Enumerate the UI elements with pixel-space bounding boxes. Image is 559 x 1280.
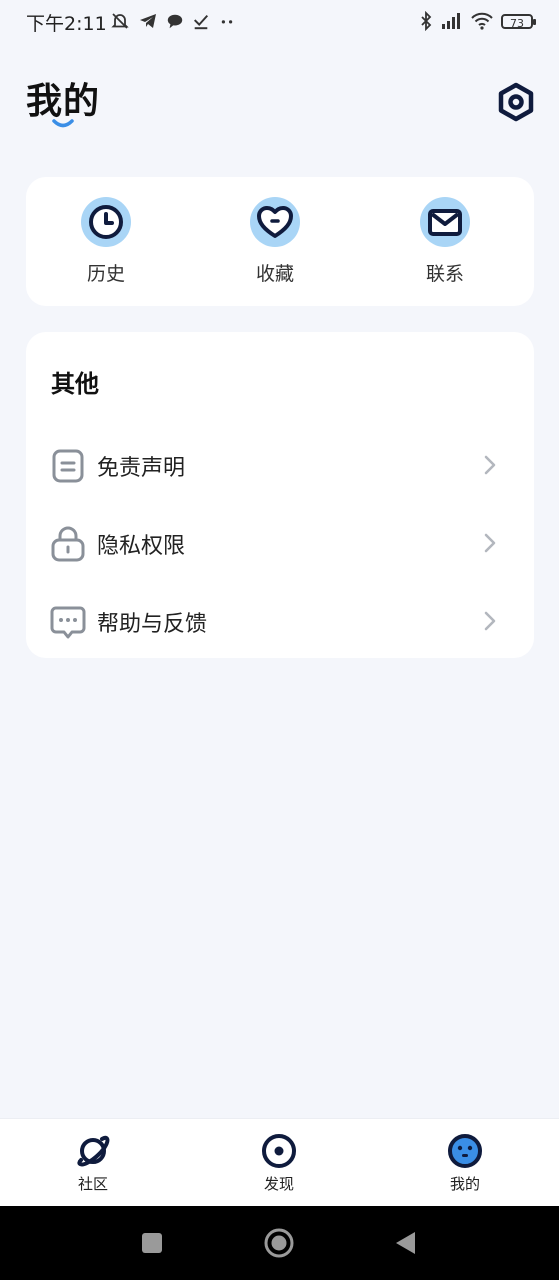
system-icons: 73: [419, 9, 536, 33]
checkmark-icon: [193, 14, 209, 30]
menu-item-label: 帮助与反馈: [97, 612, 208, 637]
bottom-navigation: 社区 发现 我的: [0, 1118, 559, 1207]
chevron-right-icon: [484, 455, 496, 475]
settings-hexagon-icon[interactable]: [496, 82, 536, 122]
mail-icon: [420, 197, 470, 247]
system-navigation-bar: [0, 1206, 559, 1280]
notification-icons: [110, 9, 236, 33]
quick-action-history[interactable]: 历史: [46, 177, 166, 306]
chevron-right-icon: [484, 611, 496, 631]
eye-icon: [262, 1134, 296, 1168]
menu-item-label: 免责声明: [97, 456, 186, 481]
other-section-card: 其他 免责声明 隐私权限 帮助与反馈: [26, 332, 534, 658]
telegram-icon: [140, 14, 156, 28]
nav-label: 发现: [263, 1175, 294, 1193]
mute-bell-icon: [111, 13, 129, 29]
clock-icon: [81, 197, 131, 247]
title-underline-decoration: [52, 119, 74, 128]
quick-action-favorites[interactable]: 收藏: [215, 177, 335, 306]
signal-icon: [442, 13, 460, 29]
status-time: 下午2:11: [26, 13, 107, 35]
message-bubble-icon: [167, 14, 183, 29]
nav-label: 我的: [449, 1175, 480, 1193]
back-triangle-icon[interactable]: [391, 1228, 421, 1258]
battery-icon: 73: [501, 13, 536, 30]
home-circle-icon[interactable]: [264, 1228, 294, 1258]
bluetooth-icon: [421, 11, 432, 31]
quick-action-label: 收藏: [255, 263, 294, 285]
quick-actions-card: 历史 收藏 联系: [26, 177, 534, 306]
face-icon: [448, 1134, 482, 1168]
nav-label: 社区: [77, 1175, 108, 1193]
planet-icon: [77, 1135, 110, 1167]
nav-item-community[interactable]: 社区: [33, 1119, 153, 1207]
document-icon: [52, 449, 84, 483]
menu-item-label: 隐私权限: [97, 534, 186, 559]
more-dots-icon: [221, 20, 233, 24]
section-title: 其他: [51, 370, 99, 398]
chevron-right-icon: [484, 533, 496, 553]
lock-icon: [51, 526, 85, 562]
recents-square-icon[interactable]: [137, 1228, 167, 1258]
status-bar: 下午2:11 73: [0, 0, 559, 42]
quick-action-label: 联系: [425, 263, 464, 285]
heart-icon: [250, 197, 300, 247]
chat-bubble-icon: [50, 606, 86, 639]
quick-action-contact[interactable]: 联系: [385, 177, 505, 306]
quick-action-label: 历史: [86, 263, 125, 285]
menu-item-privacy[interactable]: 隐私权限: [26, 512, 534, 572]
menu-item-disclaimer[interactable]: 免责声明: [26, 434, 534, 494]
menu-item-help-feedback[interactable]: 帮助与反馈: [26, 590, 534, 650]
page-title: 我的: [26, 81, 101, 122]
nav-item-mine[interactable]: 我的: [405, 1119, 525, 1207]
wifi-icon: [471, 12, 493, 30]
nav-item-discover[interactable]: 发现: [219, 1119, 339, 1207]
